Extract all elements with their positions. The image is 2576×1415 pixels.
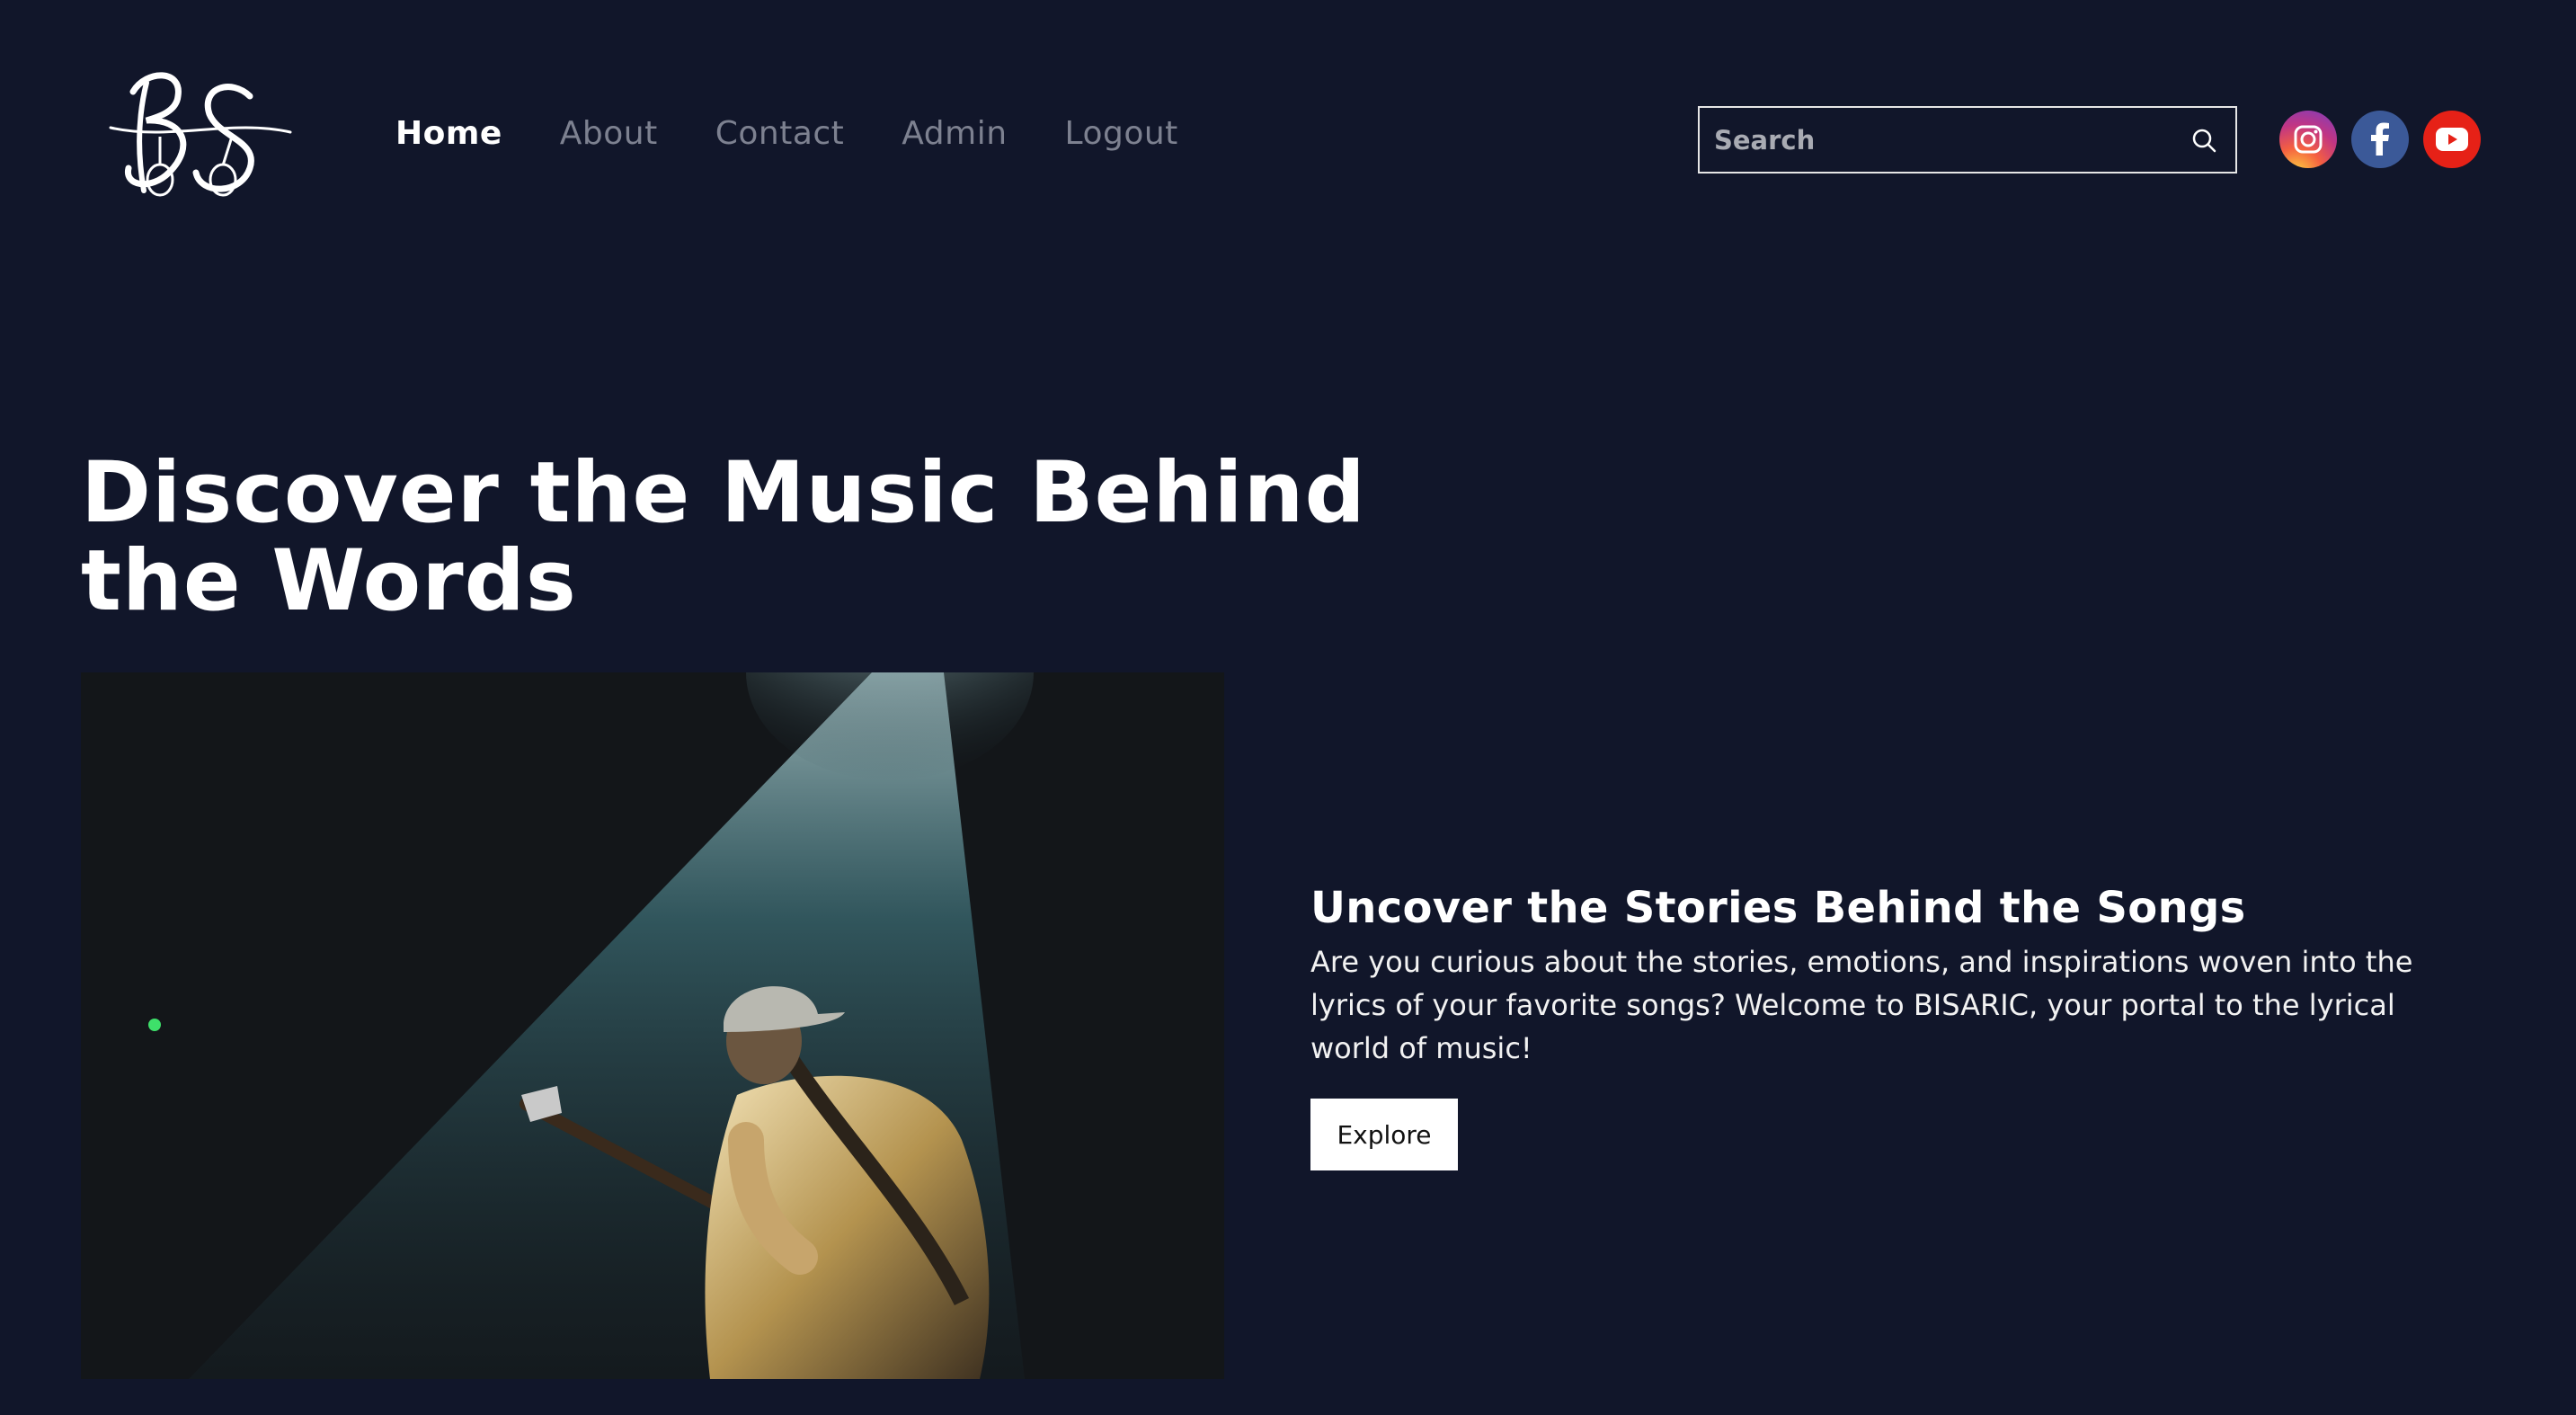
main-nav: Home About Contact Admin Logout (395, 115, 1178, 152)
nav-admin[interactable]: Admin (902, 115, 1007, 152)
instagram-link[interactable] (2279, 111, 2337, 168)
hero-title: Discover the Music Behind the Words (81, 444, 1366, 630)
hero-description: Are you curious about the stories, emoti… (1310, 945, 2413, 1065)
nav-contact[interactable]: Contact (715, 115, 845, 152)
nav-home[interactable]: Home (395, 115, 502, 152)
nav-about[interactable]: About (560, 115, 658, 152)
guitar-monogram-icon (109, 72, 292, 197)
explore-button[interactable]: Explore (1310, 1099, 1458, 1170)
site-logo[interactable] (97, 65, 295, 209)
instagram-icon (2294, 125, 2323, 154)
search-input[interactable] (1700, 108, 2172, 172)
hero-image (81, 672, 1224, 1379)
hero-subheading: Uncover the Stories Behind the Songs (1310, 883, 2246, 933)
facebook-icon (2371, 122, 2389, 156)
youtube-icon (2436, 128, 2468, 151)
social-links (2279, 111, 2481, 168)
nav-logout[interactable]: Logout (1065, 115, 1178, 152)
search-icon[interactable] (2172, 108, 2235, 172)
search-box (1698, 106, 2237, 174)
facebook-link[interactable] (2351, 111, 2409, 168)
youtube-link[interactable] (2423, 111, 2481, 168)
guitarist-spotlight-illustration (81, 672, 1224, 1379)
